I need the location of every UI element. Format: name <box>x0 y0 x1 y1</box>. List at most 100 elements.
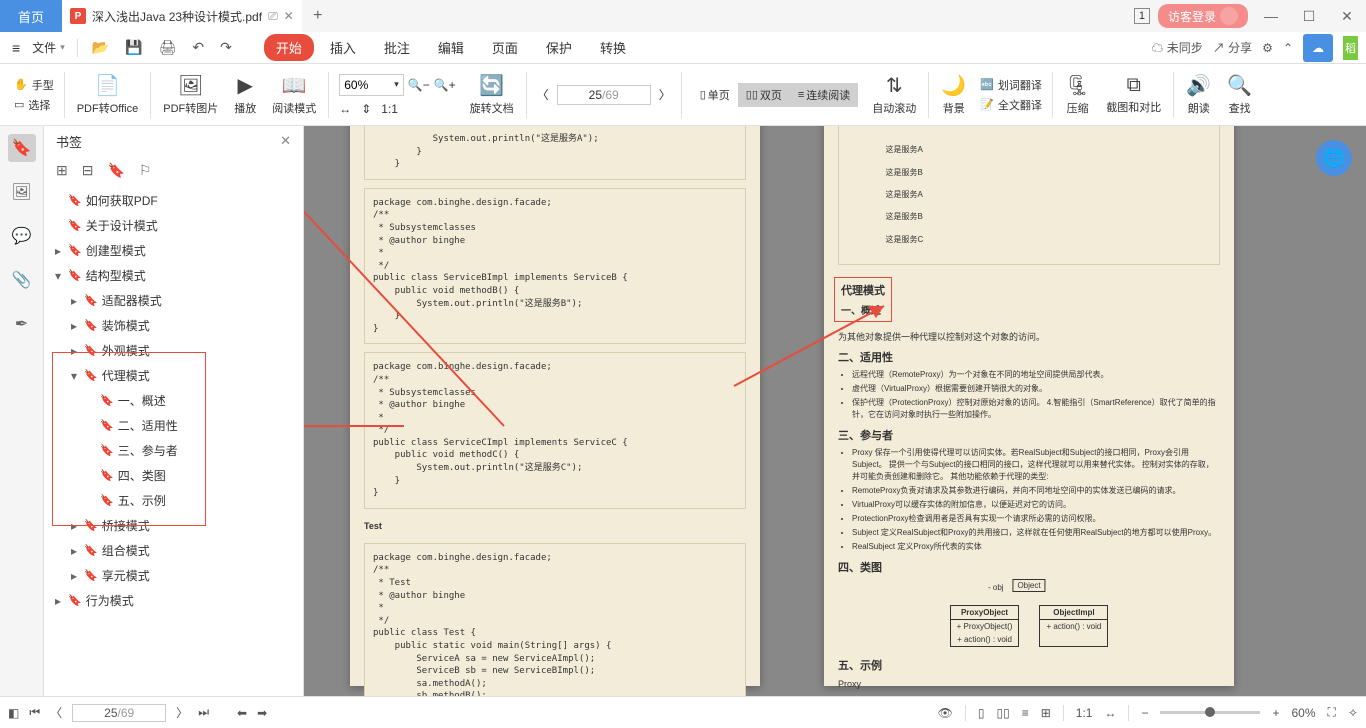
settings-icon[interactable]: ⚙ <box>1262 41 1273 55</box>
eye-protect-icon[interactable]: 👁 <box>938 706 953 720</box>
bookmark-item[interactable]: ▾🔖结构型模式 <box>44 263 303 288</box>
menu-tab-start[interactable]: 开始 <box>264 34 314 61</box>
fit-width-icon[interactable]: ↔ <box>339 102 351 116</box>
page-input[interactable]: 25/69 <box>557 85 651 105</box>
fit-page-icon[interactable]: ⇕ <box>361 102 371 116</box>
panel-close-icon[interactable]: ✕ <box>280 133 291 149</box>
screenshot-compare[interactable]: ⧉截图和对比 <box>1098 74 1169 115</box>
actual-size-icon[interactable]: 1:1 <box>381 102 398 116</box>
read-aloud[interactable]: 🔊朗读 <box>1178 73 1219 116</box>
next-page-icon[interactable]: 〉 <box>659 86 671 103</box>
bookmark-item[interactable]: ▸🔖装饰模式 <box>44 313 303 338</box>
pdf-to-image[interactable]: 🖼PDF转图片 <box>155 73 226 116</box>
collapse-all-icon[interactable]: ⊟ <box>82 162 94 179</box>
bookmark-item[interactable]: 🔖关于设计模式 <box>44 213 303 238</box>
file-tab[interactable]: P 深入浅出Java 23种设计模式.pdf ⎚ ✕ <box>62 0 302 32</box>
sidebar-toggle-icon[interactable]: ◧ <box>8 706 19 720</box>
login-button[interactable]: 访客登录 <box>1158 4 1248 28</box>
last-page-icon[interactable]: ⏭ <box>198 705 209 720</box>
zoom-in-sb[interactable]: + <box>1272 706 1279 720</box>
bookmark-item[interactable]: ▸🔖创建型模式 <box>44 238 303 263</box>
rotate-doc[interactable]: 🔄旋转文档 <box>462 73 522 116</box>
bookmark-item[interactable]: ▸🔖享元模式 <box>44 563 303 588</box>
thumbnail-rail-icon[interactable]: 🖼 <box>8 178 36 206</box>
minimize-button[interactable]: — <box>1256 1 1286 31</box>
menu-tab-protect[interactable]: 保护 <box>534 34 584 61</box>
nav-back-icon[interactable]: ⬅ <box>237 706 247 720</box>
zoom-thumb[interactable] <box>1205 707 1215 717</box>
nav-forward-icon[interactable]: ➡ <box>257 706 267 720</box>
new-tab-button[interactable]: + <box>302 0 334 32</box>
bookmark-item[interactable]: 🔖四、类图 <box>44 463 303 488</box>
bookmark-item[interactable]: 🔖一、概述 <box>44 388 303 413</box>
prev-page-icon-sb[interactable]: 〈 <box>50 704 62 721</box>
bookmark-item[interactable]: 🔖如何获取PDF <box>44 188 303 213</box>
fit-actual-icon[interactable]: 1:1 <box>1076 706 1093 720</box>
bookmark-rail-icon[interactable]: 🔖 <box>8 134 36 162</box>
first-page-icon[interactable]: ⏮ <box>29 705 40 720</box>
bookmark-item-proxy[interactable]: ▾🔖代理模式 <box>44 363 303 388</box>
add-bookmark-icon[interactable]: 🔖 <box>107 162 124 179</box>
view-grid-icon[interactable]: ⊞ <box>1041 706 1051 720</box>
menu-tab-page[interactable]: 页面 <box>480 34 530 61</box>
fullscreen-icon[interactable]: ⛶ <box>1328 705 1336 720</box>
maximize-button[interactable]: ☐ <box>1294 1 1324 31</box>
file-menu[interactable]: 文件▾ <box>28 35 69 60</box>
redo-icon[interactable]: ↷ <box>214 35 238 60</box>
view-double-icon[interactable]: ▯▯ <box>996 706 1009 720</box>
bookmark-item[interactable]: ▸🔖行为模式 <box>44 588 303 613</box>
zoom-value[interactable]: 60% <box>1292 706 1316 720</box>
autoscroll[interactable]: ⇅自动滚动 <box>864 73 924 116</box>
share-button[interactable]: ↗ 分享 <box>1213 39 1252 56</box>
tab-close-icon[interactable]: ✕ <box>284 9 294 23</box>
compress[interactable]: 🗜压缩 <box>1057 73 1098 116</box>
zoom-slider[interactable] <box>1160 711 1260 714</box>
open-icon[interactable]: 📂 <box>86 35 115 60</box>
home-tab[interactable]: 首页 <box>0 0 62 32</box>
single-page-view[interactable]: ▯ 单页 <box>692 83 738 107</box>
zoom-in-icon[interactable]: 🔍+ <box>434 78 456 92</box>
word-translate[interactable]: 🔤 划词翻译 <box>980 77 1042 93</box>
bookmark-item[interactable]: ▸🔖外观模式 <box>44 338 303 363</box>
undo-icon[interactable]: ↶ <box>186 35 210 60</box>
find[interactable]: 🔍查找 <box>1219 73 1260 116</box>
menu-tab-edit[interactable]: 编辑 <box>426 34 476 61</box>
hand-tool[interactable]: ✋ 手型 <box>14 77 54 93</box>
expand-all-icon[interactable]: ⊞ <box>56 162 68 179</box>
double-page-view[interactable]: ▯▯ 双页 <box>738 83 790 107</box>
document-area[interactable]: System.out.println("这是服务A"); } } package… <box>304 126 1366 696</box>
menu-tab-insert[interactable]: 插入 <box>318 34 368 61</box>
signature-rail-icon[interactable]: ✒ <box>8 310 36 338</box>
window-count-icon[interactable]: 1 <box>1134 8 1150 24</box>
pdf-to-office[interactable]: 📄PDF转Office <box>69 73 147 116</box>
tab-presentation-icon[interactable]: ⎚ <box>268 9 278 24</box>
zoom-select[interactable]: ▾ <box>339 74 404 96</box>
sync-status[interactable]: ☁ 未同步 <box>1151 39 1202 56</box>
full-translate[interactable]: 📝 全文翻译 <box>980 97 1042 113</box>
fit-width-icon-sb[interactable]: ↔ <box>1104 706 1116 720</box>
menu-tab-annotate[interactable]: 批注 <box>372 34 422 61</box>
select-tool[interactable]: ▭ 选择 <box>14 97 54 113</box>
close-button[interactable]: ✕ <box>1332 1 1362 31</box>
zoom-input[interactable] <box>344 78 388 92</box>
cloud-box-icon[interactable]: ☁ <box>1303 34 1333 62</box>
hamburger-icon[interactable]: ≡ <box>8 36 24 60</box>
save-icon[interactable]: 💾 <box>119 35 148 60</box>
zoom-out-icon[interactable]: 🔍− <box>408 78 430 92</box>
continuous-view[interactable]: ≡ 连续阅读 <box>790 83 858 107</box>
play-button[interactable]: ▶播放 <box>226 73 264 116</box>
best-fit-icon[interactable]: ✧ <box>1348 706 1358 720</box>
float-translate-button[interactable]: 🌐 <box>1316 140 1352 176</box>
zoom-out-sb[interactable]: − <box>1141 706 1148 720</box>
bookmark-item[interactable]: 🔖五、示例 <box>44 488 303 513</box>
bookmark-item[interactable]: 🔖二、适用性 <box>44 413 303 438</box>
view-single-icon[interactable]: ▯ <box>978 706 985 720</box>
next-page-icon-sb[interactable]: 〉 <box>176 704 188 721</box>
bookmark-options-icon[interactable]: ⚐ <box>139 162 152 179</box>
bookmark-item[interactable]: 🔖三、参与者 <box>44 438 303 463</box>
read-mode[interactable]: 📖阅读模式 <box>264 73 324 116</box>
menu-tab-convert[interactable]: 转换 <box>588 34 638 61</box>
comment-rail-icon[interactable]: 💬 <box>8 222 36 250</box>
collapse-ribbon-icon[interactable]: ⌃ <box>1283 41 1293 55</box>
print-icon[interactable]: 🖨 <box>153 35 183 60</box>
